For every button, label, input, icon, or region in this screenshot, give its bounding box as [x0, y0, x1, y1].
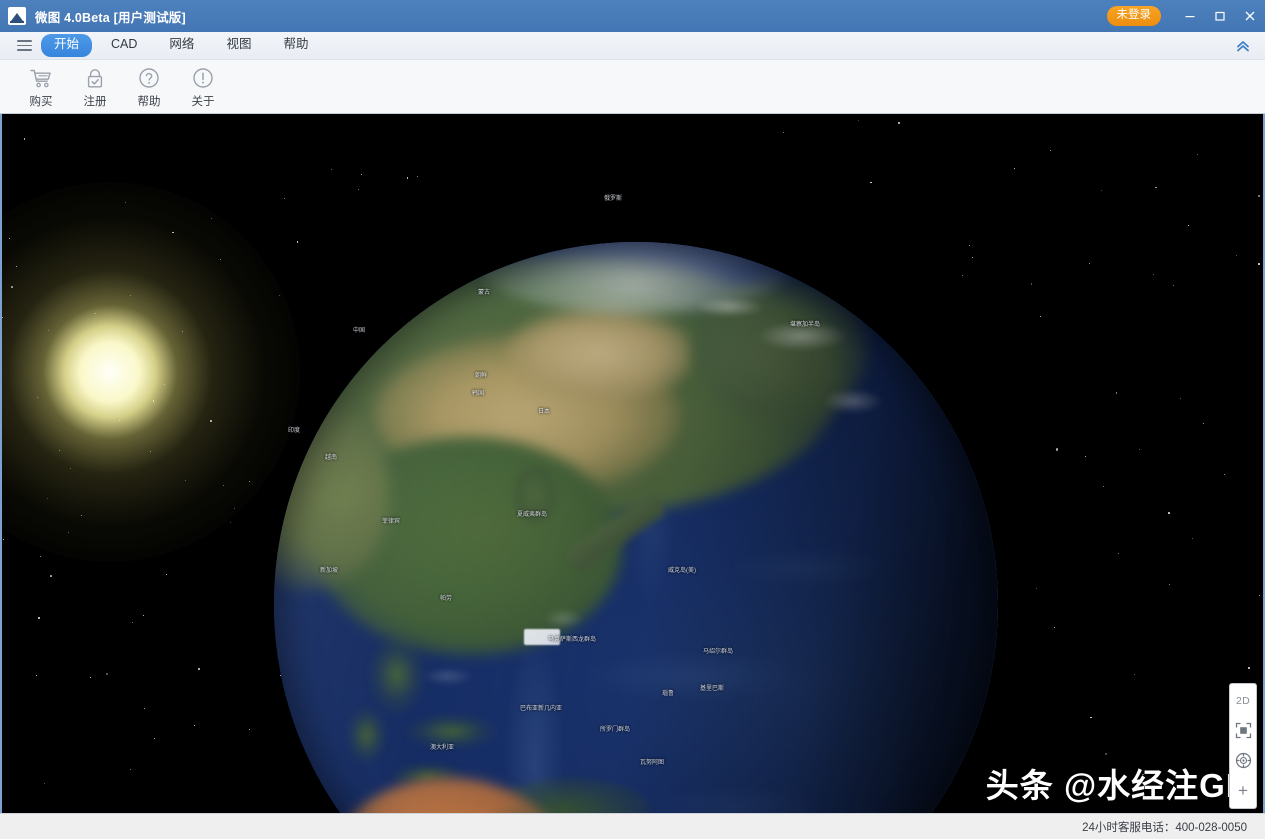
- maximize-icon: [1215, 11, 1225, 21]
- about-button-label: 关于: [191, 96, 215, 108]
- buy-button[interactable]: 购买: [14, 63, 68, 111]
- compass-navigation-button[interactable]: [1231, 749, 1255, 772]
- compass-navigation-icon: [1235, 752, 1251, 769]
- register-button[interactable]: 注册: [68, 63, 122, 111]
- earth-globe[interactable]: [262, 230, 1010, 813]
- zoom-in-button[interactable]: +: [1231, 779, 1255, 802]
- application-window: 微图 4.0Beta [用户测试版] 未登录 开始 CAD 网络 视图 帮助 购…: [0, 0, 1265, 839]
- menu-item-cad[interactable]: CAD: [98, 34, 150, 57]
- about-button[interactable]: 关于: [176, 63, 230, 111]
- fit-to-screen-button[interactable]: [1231, 719, 1255, 742]
- lock-check-icon: [85, 66, 105, 90]
- close-button[interactable]: [1235, 0, 1265, 32]
- hamburger-menu-icon[interactable]: [10, 36, 38, 56]
- menu-item-start[interactable]: 开始: [41, 34, 93, 57]
- question-circle-icon: [138, 66, 160, 90]
- window-title: 微图 4.0Beta [用户测试版]: [35, 10, 186, 25]
- status-bar: 24小时客服电话：400-028-0050: [0, 813, 1265, 839]
- chevron-double-up-icon: [1237, 40, 1249, 51]
- title-bar: 微图 4.0Beta [用户测试版] 未登录: [0, 0, 1265, 32]
- collapse-ribbon-button[interactable]: [1230, 35, 1256, 57]
- minimize-icon: [1185, 16, 1195, 18]
- close-icon: [1245, 11, 1255, 21]
- help-button-label: 帮助: [137, 96, 161, 108]
- menu-bar: 开始 CAD 网络 视图 帮助: [0, 32, 1265, 60]
- menu-item-help[interactable]: 帮助: [270, 34, 321, 57]
- help-button[interactable]: 帮助: [122, 63, 176, 111]
- map-viewport-3d-globe[interactable]: 夏威夷群岛 威克岛(美) 马克萨斯西龙群岛 马绍尔群岛 基里巴斯 瑙鲁 帕劳 菲律宾 新加坡 越南…: [0, 114, 1265, 813]
- navigation-control-panel: 2D +: [1229, 683, 1257, 809]
- minimize-button[interactable]: [1175, 0, 1205, 32]
- toggle-2d-button[interactable]: 2D: [1231, 689, 1255, 712]
- buy-button-label: 购买: [29, 96, 53, 108]
- fit-to-screen-icon: [1235, 722, 1251, 739]
- register-button-label: 注册: [83, 96, 107, 108]
- shopping-cart-icon: [30, 66, 52, 90]
- menu-item-network[interactable]: 网络: [156, 34, 207, 57]
- info-exclamation-circle-icon: [192, 66, 214, 90]
- mountain-logo-icon: [8, 7, 26, 25]
- menu-item-view[interactable]: 视图: [213, 34, 264, 57]
- maximize-button[interactable]: [1205, 0, 1235, 32]
- login-status-badge[interactable]: 未登录: [1106, 6, 1161, 26]
- ribbon-toolbar: 购买 注册 帮助 关于: [0, 60, 1265, 114]
- customer-service-phone: 24小时客服电话：400-028-0050: [1082, 821, 1247, 834]
